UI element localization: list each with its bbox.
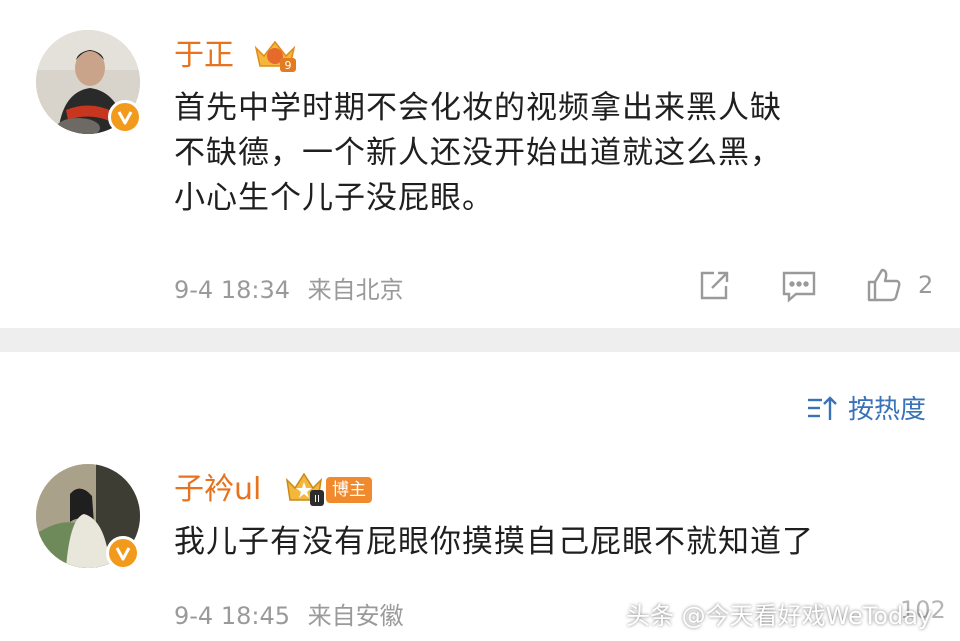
sort-icon [808,395,837,420]
vip-rank: 9 [285,59,292,72]
comment-icon[interactable] [778,266,820,306]
comment-meta: 9-4 18:34 来自北京 [174,270,404,305]
comment-time: 9-4 18:45 [174,602,290,630]
comment-time: 9-4 18:34 [174,276,290,304]
verified-badge-icon [108,100,142,134]
comment-text: 首先中学时期不会化妆的视频拿出来黑人缺 不缺德，一个新人还没开始出道就这么黑， … [174,86,934,221]
comment-text: 我儿子有没有屁眼你摸摸自己屁眼不就知道了 [174,520,944,565]
comment-line: 不缺德，一个新人还没开始出道就这么黑， [174,135,782,171]
sort-label: 按热度 [848,395,927,425]
verified-badge-icon [106,536,140,570]
comment-location: 来自安徽 [307,602,404,630]
watermark: 头条 @今天看好戏WeToday [626,602,933,630]
section-divider [0,328,960,352]
share-icon[interactable] [694,266,734,306]
blogger-badge: 博主 [326,477,372,503]
comment-location: 来自北京 [307,276,404,304]
vip-rank: II [314,494,320,505]
vip-crown-icon: II [284,470,324,508]
sort-by-hot-button[interactable]: 按热度 [806,389,926,426]
like-count: 2 [918,271,934,299]
comment-line: 我儿子有没有屁眼你摸摸自己屁眼不就知道了 [174,524,814,560]
like-icon[interactable] [862,264,906,306]
comment-meta: 9-4 18:45 来自安徽 [174,596,404,631]
comment-line: 首先中学时期不会化妆的视频拿出来黑人缺 [174,90,782,126]
comment-line: 小心生个儿子没屁眼。 [174,180,494,216]
comment-username[interactable]: 子衿ul [174,472,261,508]
vip-crown-icon: 9 [252,36,298,74]
comment-username[interactable]: 于正 [174,38,234,74]
